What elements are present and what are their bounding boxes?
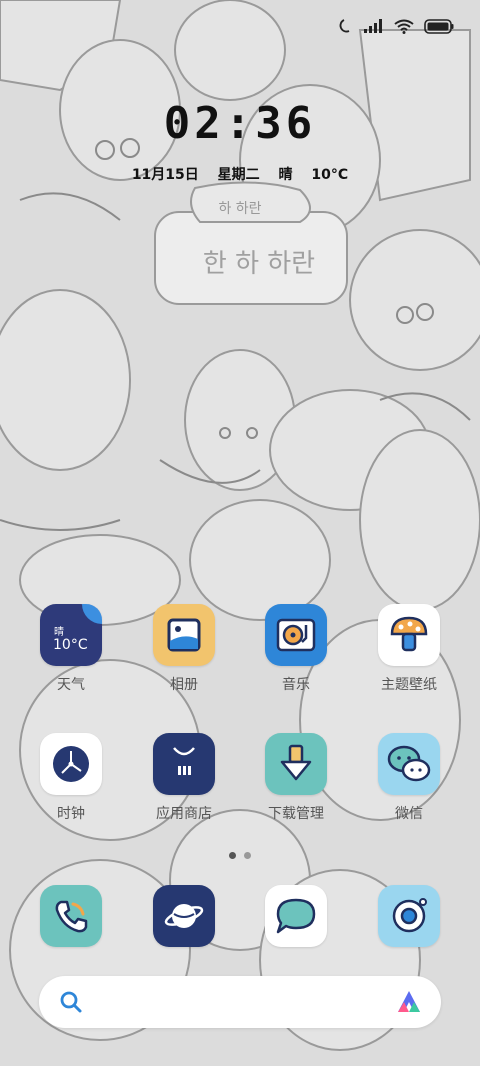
date-text: 11月15日 bbox=[131, 167, 199, 183]
app-store-icon[interactable] bbox=[153, 733, 215, 795]
wallpaper-sign-small: 하 하란 bbox=[218, 201, 261, 217]
download-icon[interactable] bbox=[265, 733, 327, 795]
assistant-icon[interactable] bbox=[395, 989, 423, 1015]
app-label-themes: 主题壁纸 bbox=[381, 677, 437, 693]
dock-messages[interactable] bbox=[246, 885, 346, 947]
camera-icon[interactable] bbox=[378, 885, 440, 947]
weather-text: 晴 bbox=[278, 167, 293, 183]
app-download[interactable]: 下载管理 bbox=[246, 733, 346, 823]
wechat-icon[interactable] bbox=[378, 733, 440, 795]
battery-icon bbox=[424, 18, 454, 34]
wallpaper-sign-large: 한 하 하란 bbox=[203, 249, 315, 279]
app-label-store: 应用商店 bbox=[156, 806, 212, 822]
page-dot-active[interactable] bbox=[229, 852, 236, 859]
moon-icon bbox=[339, 19, 350, 33]
app-label-gallery: 相册 bbox=[170, 677, 198, 693]
search-bar[interactable] bbox=[39, 976, 441, 1028]
clock-icon[interactable] bbox=[40, 733, 102, 795]
dock-browser[interactable] bbox=[134, 885, 234, 947]
clock-time[interactable]: 02:36 bbox=[0, 98, 480, 149]
app-store[interactable]: 应用商店 bbox=[134, 733, 234, 823]
weather-icon[interactable]: 晴 10°C bbox=[40, 604, 102, 666]
gallery-icon[interactable] bbox=[153, 604, 215, 666]
weekday-text: 星期二 bbox=[217, 167, 260, 183]
app-gallery[interactable]: 相册 bbox=[134, 604, 234, 694]
app-label-weather: 天气 bbox=[57, 677, 85, 693]
weather-condition: 晴 bbox=[54, 627, 64, 638]
themes-icon[interactable] bbox=[378, 604, 440, 666]
app-label-download: 下载管理 bbox=[268, 806, 324, 822]
app-label-wechat: 微信 bbox=[395, 806, 423, 822]
dock-camera[interactable] bbox=[359, 885, 459, 947]
app-label-clock: 时钟 bbox=[57, 806, 85, 822]
app-label-music: 音乐 bbox=[282, 677, 310, 693]
app-music[interactable]: 音乐 bbox=[246, 604, 346, 694]
wifi-icon bbox=[394, 19, 414, 34]
date-line: 11月15日 星期二 晴 10°C bbox=[0, 164, 480, 184]
search-icon[interactable] bbox=[59, 990, 83, 1014]
app-clock[interactable]: 时钟 bbox=[21, 733, 121, 823]
status-bar bbox=[338, 18, 454, 34]
app-weather[interactable]: 晴 10°C 天气 bbox=[21, 604, 121, 694]
phone-icon[interactable] bbox=[40, 885, 102, 947]
temperature-text: 10°C bbox=[311, 167, 349, 183]
music-icon[interactable] bbox=[265, 604, 327, 666]
browser-icon[interactable] bbox=[153, 885, 215, 947]
page-indicator bbox=[0, 852, 480, 859]
dock-phone[interactable] bbox=[21, 885, 121, 947]
page-dot[interactable] bbox=[244, 852, 251, 859]
messages-icon[interactable] bbox=[265, 885, 327, 947]
app-wechat[interactable]: 微信 bbox=[359, 733, 459, 823]
weather-temperature: 10°C bbox=[53, 637, 88, 653]
app-themes[interactable]: 主题壁纸 bbox=[359, 604, 459, 694]
signal-icon bbox=[364, 19, 382, 33]
